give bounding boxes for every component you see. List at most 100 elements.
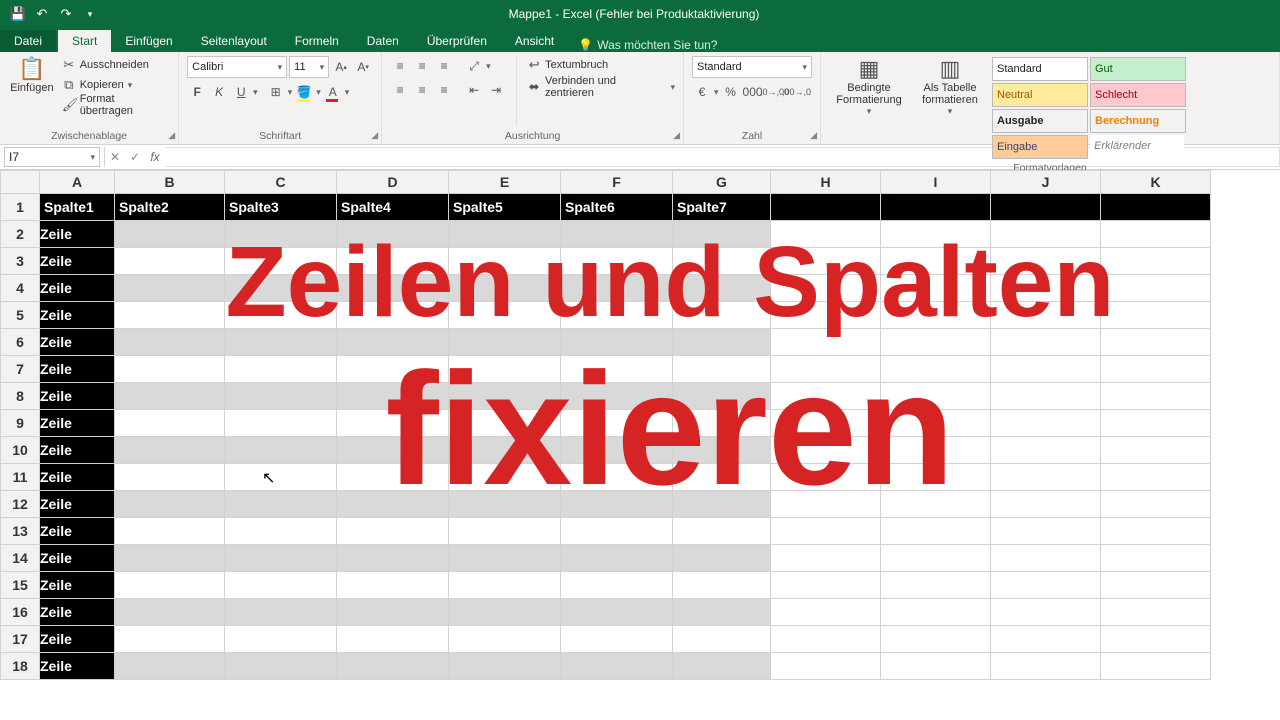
cell-D15[interactable] bbox=[337, 572, 449, 599]
cell-H1[interactable] bbox=[771, 194, 881, 221]
number-dialog-launcher-icon[interactable]: ◢ bbox=[810, 130, 817, 141]
style-neutral[interactable]: Neutral bbox=[992, 83, 1088, 107]
cell-J18[interactable] bbox=[991, 653, 1101, 680]
cell-H2[interactable] bbox=[771, 221, 881, 248]
cell-I16[interactable] bbox=[881, 599, 991, 626]
cell-J1[interactable] bbox=[991, 194, 1101, 221]
cell-K5[interactable] bbox=[1101, 302, 1211, 329]
cell-K7[interactable] bbox=[1101, 356, 1211, 383]
cell-F15[interactable] bbox=[561, 572, 673, 599]
cell-J5[interactable] bbox=[991, 302, 1101, 329]
increase-font-icon[interactable]: A▴ bbox=[331, 57, 351, 77]
cell-I13[interactable] bbox=[881, 518, 991, 545]
cell-A6[interactable]: Zeile bbox=[40, 329, 115, 356]
cell-H4[interactable] bbox=[771, 275, 881, 302]
cell-G15[interactable] bbox=[673, 572, 771, 599]
row-header-2[interactable]: 2 bbox=[1, 221, 40, 248]
format-painter-button[interactable]: 🖌Format übertragen bbox=[62, 96, 170, 114]
cell-E8[interactable] bbox=[449, 383, 561, 410]
cell-B8[interactable] bbox=[115, 383, 225, 410]
cell-C17[interactable] bbox=[225, 626, 337, 653]
tab-file[interactable]: Datei bbox=[0, 30, 56, 52]
cell-F4[interactable] bbox=[561, 275, 673, 302]
cell-C4[interactable] bbox=[225, 275, 337, 302]
cell-A9[interactable]: Zeile bbox=[40, 410, 115, 437]
cell-K17[interactable] bbox=[1101, 626, 1211, 653]
cell-A15[interactable]: Zeile bbox=[40, 572, 115, 599]
cell-F10[interactable] bbox=[561, 437, 673, 464]
cell-B11[interactable] bbox=[115, 464, 225, 491]
cell-I17[interactable] bbox=[881, 626, 991, 653]
cell-H17[interactable] bbox=[771, 626, 881, 653]
cell-C13[interactable] bbox=[225, 518, 337, 545]
tab-seitenlayout[interactable]: Seitenlayout bbox=[187, 30, 281, 52]
cell-F14[interactable] bbox=[561, 545, 673, 572]
row-header-7[interactable]: 7 bbox=[1, 356, 40, 383]
cell-C9[interactable] bbox=[225, 410, 337, 437]
cell-E3[interactable] bbox=[449, 248, 561, 275]
cell-F9[interactable] bbox=[561, 410, 673, 437]
cell-K10[interactable] bbox=[1101, 437, 1211, 464]
cell-F5[interactable] bbox=[561, 302, 673, 329]
cell-A13[interactable]: Zeile bbox=[40, 518, 115, 545]
cell-I14[interactable] bbox=[881, 545, 991, 572]
cell-E11[interactable] bbox=[449, 464, 561, 491]
cell-C15[interactable] bbox=[225, 572, 337, 599]
cell-C10[interactable] bbox=[225, 437, 337, 464]
cell-F7[interactable] bbox=[561, 356, 673, 383]
cell-G10[interactable] bbox=[673, 437, 771, 464]
cell-I3[interactable] bbox=[881, 248, 991, 275]
cell-I5[interactable] bbox=[881, 302, 991, 329]
cell-G16[interactable] bbox=[673, 599, 771, 626]
cell-C11[interactable] bbox=[225, 464, 337, 491]
align-bottom-icon[interactable]: ≡ bbox=[434, 56, 454, 76]
decrease-font-icon[interactable]: A▾ bbox=[353, 57, 373, 77]
cell-I4[interactable] bbox=[881, 275, 991, 302]
cell-H5[interactable] bbox=[771, 302, 881, 329]
cell-K15[interactable] bbox=[1101, 572, 1211, 599]
cell-A4[interactable]: Zeile bbox=[40, 275, 115, 302]
cell-E7[interactable] bbox=[449, 356, 561, 383]
cell-K11[interactable] bbox=[1101, 464, 1211, 491]
cell-H6[interactable] bbox=[771, 329, 881, 356]
cell-C14[interactable] bbox=[225, 545, 337, 572]
cell-E1[interactable]: Spalte5 bbox=[449, 194, 561, 221]
col-header-A[interactable]: A bbox=[40, 171, 115, 194]
cell-D5[interactable] bbox=[337, 302, 449, 329]
cell-I12[interactable] bbox=[881, 491, 991, 518]
cell-H7[interactable] bbox=[771, 356, 881, 383]
cell-A17[interactable]: Zeile bbox=[40, 626, 115, 653]
decrease-decimal-icon[interactable]: ,00→,0 bbox=[787, 82, 807, 102]
cell-A1[interactable]: Spalte1 bbox=[40, 194, 115, 221]
cell-G5[interactable] bbox=[673, 302, 771, 329]
row-header-5[interactable]: 5 bbox=[1, 302, 40, 329]
cell-D4[interactable] bbox=[337, 275, 449, 302]
cell-D6[interactable] bbox=[337, 329, 449, 356]
cell-J6[interactable] bbox=[991, 329, 1101, 356]
col-header-E[interactable]: E bbox=[449, 171, 561, 194]
cell-K16[interactable] bbox=[1101, 599, 1211, 626]
cell-B5[interactable] bbox=[115, 302, 225, 329]
cell-B9[interactable] bbox=[115, 410, 225, 437]
cell-C7[interactable] bbox=[225, 356, 337, 383]
tab-daten[interactable]: Daten bbox=[353, 30, 413, 52]
wrap-text-button[interactable]: ↩Textumbruch bbox=[527, 56, 675, 74]
style-gut[interactable]: Gut bbox=[1090, 57, 1186, 81]
decrease-indent-icon[interactable]: ⇤ bbox=[464, 80, 484, 100]
cell-G3[interactable] bbox=[673, 248, 771, 275]
cell-C18[interactable] bbox=[225, 653, 337, 680]
cell-J4[interactable] bbox=[991, 275, 1101, 302]
tab-ansicht[interactable]: Ansicht bbox=[501, 30, 568, 52]
cell-F8[interactable] bbox=[561, 383, 673, 410]
cell-I9[interactable] bbox=[881, 410, 991, 437]
cell-B7[interactable] bbox=[115, 356, 225, 383]
font-size-combo[interactable]: 11▾ bbox=[289, 56, 329, 78]
style-ausgabe[interactable]: Ausgabe bbox=[992, 109, 1088, 133]
cell-E13[interactable] bbox=[449, 518, 561, 545]
cell-B18[interactable] bbox=[115, 653, 225, 680]
cell-G6[interactable] bbox=[673, 329, 771, 356]
cell-I10[interactable] bbox=[881, 437, 991, 464]
cell-D14[interactable] bbox=[337, 545, 449, 572]
cell-F3[interactable] bbox=[561, 248, 673, 275]
merge-center-button[interactable]: ⬌Verbinden und zentrieren ▾ bbox=[527, 78, 675, 96]
